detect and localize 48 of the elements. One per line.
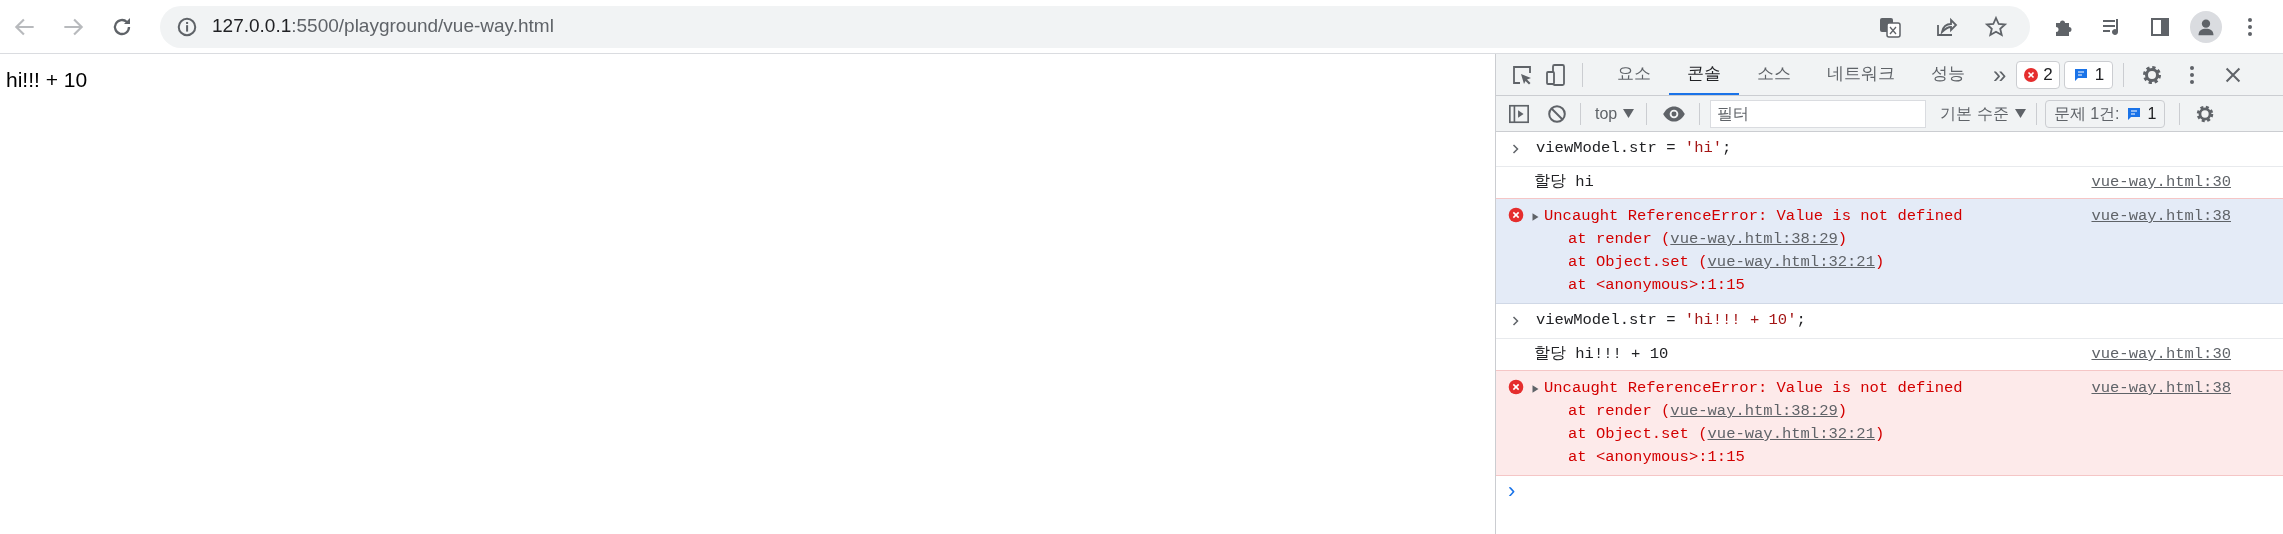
error-message: Uncaught ReferenceError: Value is not defined xyxy=(1544,378,1963,399)
error-message: Uncaught ReferenceError: Value is not defined xyxy=(1544,206,1963,227)
error-count-badge[interactable]: 2 xyxy=(2016,60,2060,89)
address-bar[interactable]: 127.0.0.1:5500/playground/vue-way.html xyxy=(160,5,2030,48)
error-icon[interactable] xyxy=(1508,207,1524,223)
error-icon[interactable] xyxy=(1508,379,1524,395)
dropdown-caret-icon xyxy=(2014,109,2026,118)
stack-link[interactable]: vue-way.html:32:21 xyxy=(1707,253,1875,271)
context-dropdown[interactable]: top xyxy=(1595,101,1635,126)
source-link[interactable]: vue-way.html:30 xyxy=(2091,170,2231,195)
devtools-tab[interactable]: 성능 xyxy=(1913,54,1983,95)
stack-link[interactable]: vue-way.html:38:29 xyxy=(1670,402,1838,420)
filter-field[interactable]: 필터 xyxy=(1710,99,1927,128)
stack-trace-line: at Object.set (vue-way.html:32:21) xyxy=(1568,252,1886,273)
stack-trace-line: at render (vue-way.html:38:29) xyxy=(1568,401,1849,422)
stack-link[interactable]: vue-way.html:38:29 xyxy=(1670,230,1838,248)
stack-link[interactable]: vue-way.html:32:21 xyxy=(1707,425,1875,443)
log-level-dropdown[interactable]: 기본 수준 xyxy=(1940,101,2026,126)
expand-triangle-icon[interactable] xyxy=(1531,383,1540,394)
devtools-tab[interactable]: 네트워크 xyxy=(1809,54,1913,95)
url-text[interactable]: 127.0.0.1:5500/playground/vue-way.html xyxy=(212,12,554,41)
message-icon xyxy=(2125,105,2142,122)
more-tabs[interactable]: » xyxy=(1993,62,2007,87)
issues-button[interactable]: 문제 1건: 1 xyxy=(2044,99,2166,128)
expand-triangle-icon[interactable] xyxy=(1531,211,1540,222)
profile-avatar[interactable] xyxy=(2190,10,2222,43)
console-prompt[interactable]: › xyxy=(1508,480,1516,502)
sidebar-icon[interactable] xyxy=(1508,102,1530,125)
devtools-tab[interactable]: 소스 xyxy=(1739,54,1809,95)
source-link[interactable]: vue-way.html:38 xyxy=(2091,377,2231,401)
stack-trace-line: at <anonymous>:1:15 xyxy=(1568,447,1746,468)
info-icon[interactable] xyxy=(176,15,198,38)
log-message: 할당 hi!!! + 10 xyxy=(1534,343,1669,365)
stack-trace-line: at Object.set (vue-way.html:32:21) xyxy=(1568,424,1886,445)
page-text: hi!!! + 10 xyxy=(6,67,89,93)
message-count-badge[interactable]: 1 xyxy=(2063,60,2114,89)
dropdown-caret-icon xyxy=(1623,109,1635,118)
console-command: viewModel.str = 'hi'; xyxy=(1536,138,1732,160)
console-command: viewModel.str = 'hi!!! + 10'; xyxy=(1536,310,1806,332)
source-link[interactable]: vue-way.html:38 xyxy=(2091,205,2231,229)
clear-icon[interactable] xyxy=(1546,102,1568,125)
stack-trace-line: at render (vue-way.html:38:29) xyxy=(1568,229,1849,250)
devtools-tab[interactable]: 요소 xyxy=(1599,54,1669,95)
source-link[interactable]: vue-way.html:30 xyxy=(2091,342,2231,367)
log-message: 할당 hi xyxy=(1534,171,1594,193)
star-icon[interactable] xyxy=(1984,14,2008,39)
stack-trace-line: at <anonymous>:1:15 xyxy=(1568,275,1746,296)
device-icon[interactable] xyxy=(1544,62,1568,87)
